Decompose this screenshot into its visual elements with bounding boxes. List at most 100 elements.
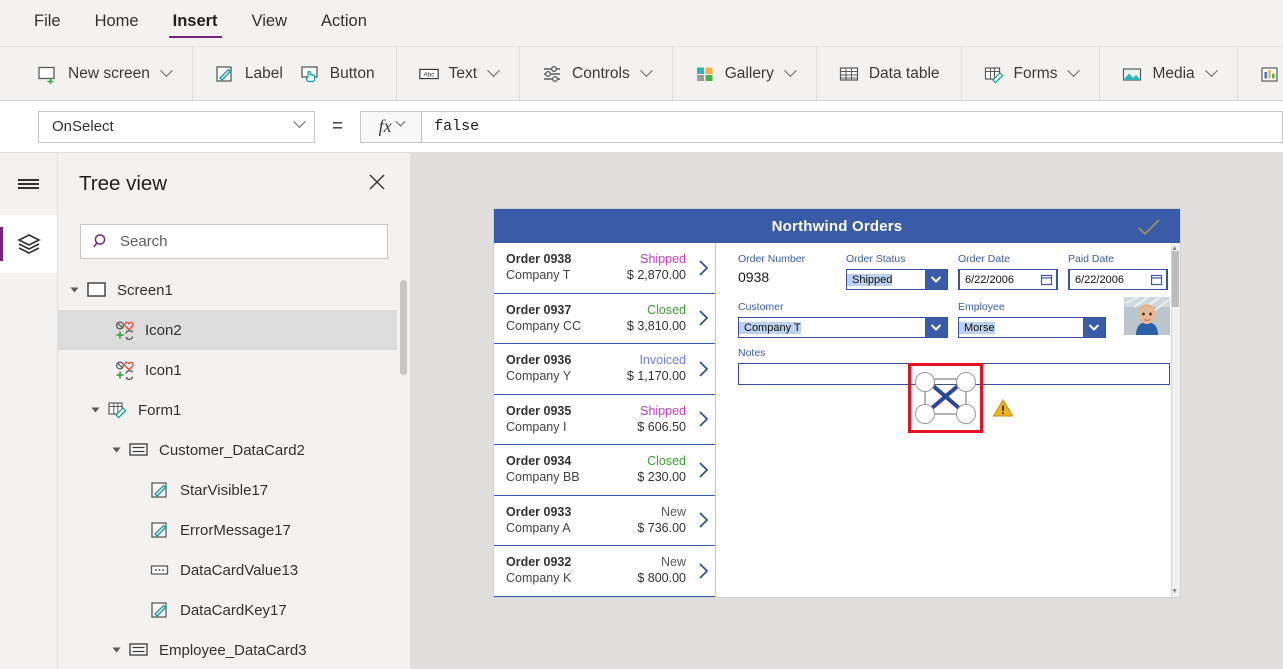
media-button[interactable]: Media [1113,59,1223,89]
chevron-down-icon[interactable] [487,64,500,78]
hamburger-menu-icon[interactable] [0,153,57,215]
data-table-label: Data table [868,64,940,82]
tree-node-datacardvalue13[interactable]: DataCardValue13 [58,550,410,590]
chevron-down-icon[interactable] [783,64,797,78]
chevron-down-icon[interactable] [1067,64,1081,78]
order-status-dropdown[interactable]: Shipped [846,269,948,290]
app-title: Northwind Orders [771,217,903,235]
customer-dropdown[interactable]: Company T [738,317,948,338]
chevron-down-icon[interactable] [925,318,947,337]
chevron-down-icon [293,115,306,129]
gallery-row[interactable]: Order 0934 Company BB Closed $ 230.00 [494,445,715,496]
tree-node-employee-datacard3[interactable]: Employee_DataCard3 [58,630,410,669]
warning-triangle-icon [992,398,1014,423]
chevron-right-icon[interactable] [695,460,711,480]
property-select[interactable]: OnSelect [38,110,315,143]
new-screen-button[interactable]: New screen [13,59,179,89]
svg-text:Abc: Abc [423,71,435,78]
orders-gallery[interactable]: Order 0938 Company T Shipped $ 2,870.00 … [494,243,716,597]
icon-control-icon [115,361,134,380]
gallery-row[interactable]: Order 0938 Company T Shipped $ 2,870.00 [494,243,715,294]
gallery-row[interactable]: Order 0935 Company I Shipped $ 606.50 [494,395,715,445]
ribbon-group-controls: Controls [520,47,673,100]
menu-item-action[interactable]: Action [317,6,371,40]
gallery-amount: $ 606.50 [637,419,686,434]
tree-node-form1[interactable]: Form1 [58,390,410,430]
tree-node-errormessage17[interactable]: ErrorMessage17 [58,510,410,550]
field-customer: Customer Company T [738,301,948,338]
chevron-right-icon[interactable] [695,561,711,581]
chevron-down-icon[interactable] [639,64,653,78]
order-date-picker[interactable]: 6/22/2006 [958,269,1058,290]
expand-twisty-icon[interactable] [112,447,121,453]
employee-dropdown[interactable]: Morse [958,317,1106,338]
gallery-row[interactable]: Order 0936 Company Y Invoiced $ 1,170.00 [494,344,715,395]
formula-input[interactable]: false [421,110,1283,143]
charts-button[interactable]: Cha [1251,59,1283,89]
chevron-down-icon[interactable] [1204,64,1218,78]
text-button[interactable]: Abc Text [410,59,506,89]
chevron-right-icon[interactable] [695,308,711,328]
data-table-button[interactable]: Data table [830,59,948,89]
expand-twisty-icon[interactable] [112,647,121,653]
close-icon[interactable] [366,171,388,198]
chevron-down-icon[interactable] [925,270,947,289]
chevron-right-icon[interactable] [695,409,711,429]
forms-button[interactable]: Forms [975,59,1087,89]
label-icon [214,64,236,84]
tree-scrollbar-thumb[interactable] [400,280,407,375]
datacard-icon [129,643,148,656]
gallery-row-right: Shipped $ 2,870.00 [627,251,691,284]
main-menu-bar: File Home Insert View Action [0,0,1283,47]
tree-node-icon1[interactable]: Icon1 [58,350,410,390]
button-icon [299,64,321,84]
formula-bar: OnSelect = fx false [0,101,1283,153]
menu-item-file[interactable]: File [30,6,65,40]
gallery-row[interactable]: Order 0933 Company A New $ 736.00 [494,496,715,546]
chevron-down-icon[interactable] [1083,318,1105,337]
calendar-icon[interactable] [1146,271,1166,288]
gallery-row-left: Order 0936 Company Y [506,352,627,385]
gallery-button[interactable]: Gallery [686,59,803,89]
tree-node-datacardkey17[interactable]: DataCardKey17 [58,590,410,630]
gallery-row[interactable]: Order 0932 Company K New $ 800.00 [494,546,715,597]
search-placeholder: Search [120,233,168,250]
expand-twisty-icon[interactable] [70,287,79,293]
chevron-right-icon[interactable] [695,510,711,530]
gallery-status: Closed [647,454,686,469]
chevron-down-icon[interactable] [159,64,173,78]
paid-date-picker[interactable]: 6/22/2006 [1068,269,1168,290]
label-button[interactable]: Label [206,59,291,89]
checkmark-icon[interactable] [1136,217,1162,242]
ribbon-group-new-screen: New screen [0,47,193,100]
tree-node-customer-datacard2[interactable]: Customer_DataCard2 [58,430,410,470]
gallery-row-right: Closed $ 230.00 [637,453,691,486]
menu-item-home[interactable]: Home [91,6,143,40]
media-label: Media [1152,64,1195,82]
tree-search-wrapper: Search [58,215,410,270]
ribbon-group-label-button: Label Button [193,47,397,100]
expand-twisty-icon[interactable] [91,407,100,413]
tree-node-starvisible17[interactable]: StarVisible17 [58,470,410,510]
tree-view-header: Tree view [58,153,410,215]
controls-button[interactable]: Controls [533,59,659,89]
calendar-icon[interactable] [1036,271,1056,288]
app-preview: Northwind Orders Order 0938 Company T Sh… [494,209,1180,597]
gallery-row[interactable]: Order 0937 Company CC Closed $ 3,810.00 [494,294,715,344]
tree-node-screen1[interactable]: Screen1 [58,270,410,310]
search-input[interactable]: Search [80,224,388,259]
fx-button[interactable]: fx [360,110,422,143]
chevron-right-icon[interactable] [695,258,711,278]
gallery-status: Shipped [640,403,686,418]
new-screen-icon [37,64,59,84]
notes-input[interactable] [738,363,1170,385]
icon-control-icon [115,321,134,340]
tree-view-layers-icon[interactable] [0,215,57,273]
chevron-right-icon[interactable] [695,359,711,379]
tree-node-icon2[interactable]: Icon2 [58,310,410,350]
tree-view-panel: Tree view Search Screen1 Icon2 Icon1 For… [58,153,411,669]
menu-item-insert[interactable]: Insert [168,6,222,40]
menu-item-view[interactable]: View [248,6,291,40]
gallery-amount: $ 2,870.00 [626,268,686,283]
button-button[interactable]: Button [291,59,383,89]
